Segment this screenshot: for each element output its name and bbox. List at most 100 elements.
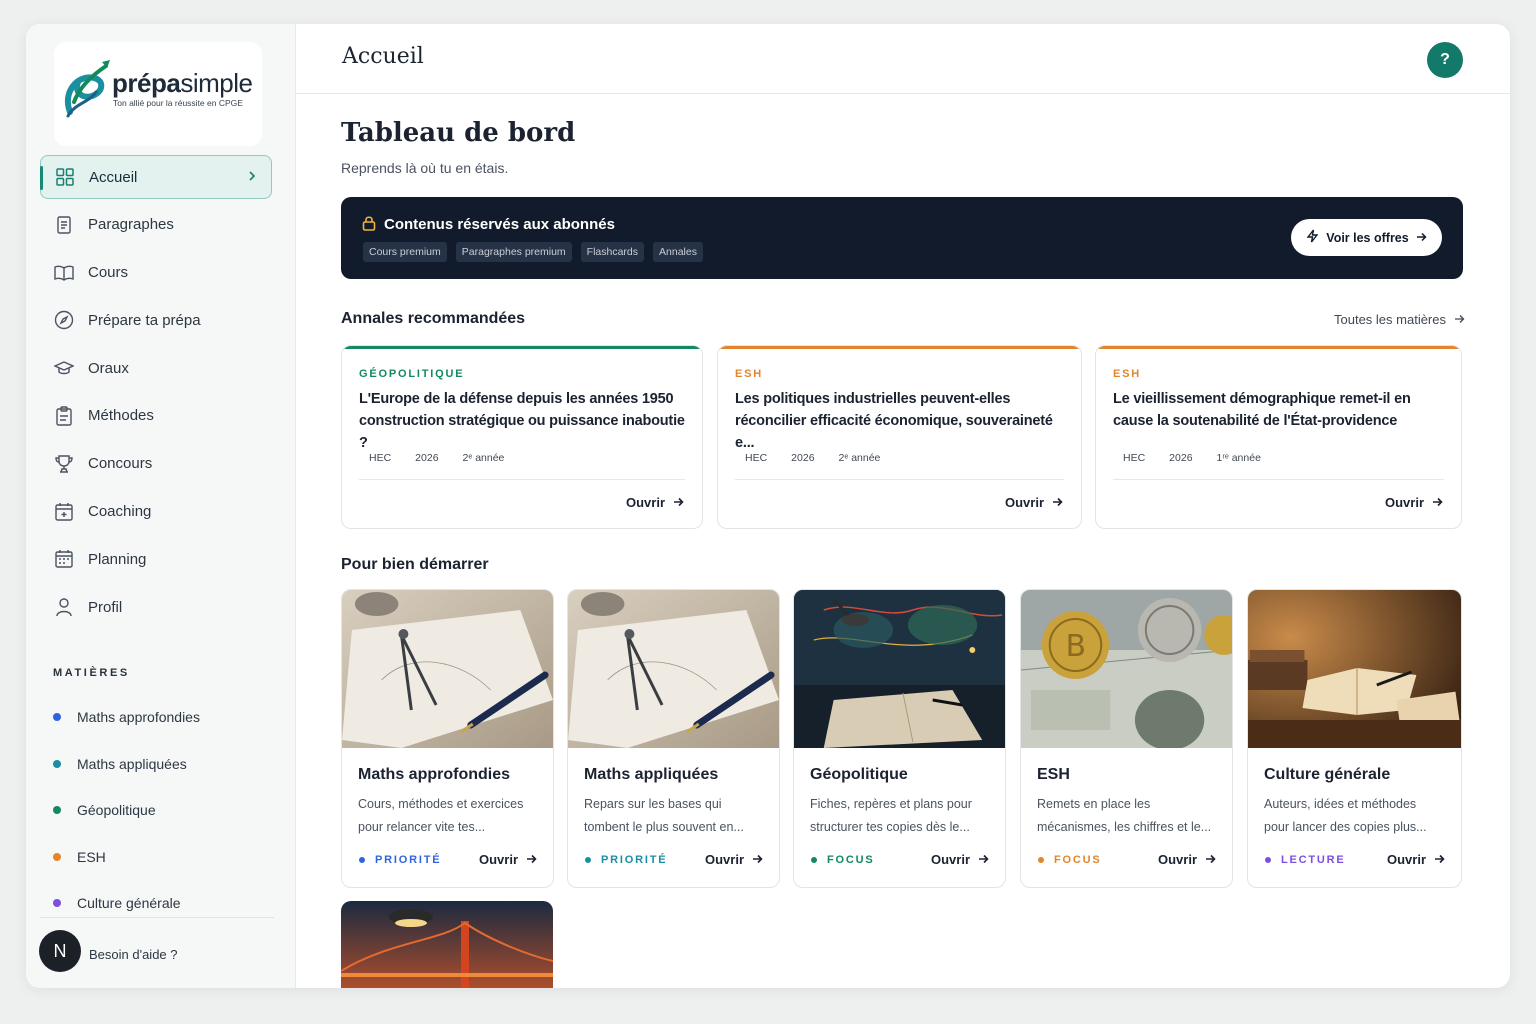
open-label: Ouvrir — [478, 852, 518, 867]
sidebar-item-paragraphes[interactable]: Paragraphes — [40, 203, 272, 247]
arrow-right-icon — [1205, 852, 1216, 867]
subject-card-partial[interactable] — [341, 901, 553, 988]
brand-logo[interactable]: prépasimple Ton allié pour la réussite e… — [54, 42, 262, 146]
premium-chip: Paragraphes premium — [455, 242, 572, 262]
subject-label: Culture générale — [77, 895, 181, 912]
annale-meta: HEC 2026 1ʳᵉ année — [1123, 452, 1261, 464]
card-badge: FOCUS — [811, 854, 875, 866]
subject-maths-appliquees[interactable]: Maths appliquées — [53, 741, 273, 788]
coins-banknote-image: B — [1021, 590, 1232, 748]
page-title: Tableau de bord — [341, 118, 576, 148]
open-label: Ouvrir — [704, 852, 744, 867]
subject-dot — [53, 713, 61, 722]
card-divider — [1113, 479, 1444, 480]
sidebar-item-profil[interactable]: Profil — [40, 585, 272, 629]
sidebar-item-label: Oraux — [88, 359, 129, 377]
arrow-right-icon — [978, 852, 989, 867]
book-open-icon — [54, 263, 74, 283]
card-badge: LECTURE — [1265, 854, 1346, 866]
main-content: Accueil ? Tableau de bord Reprends là où… — [296, 24, 1510, 988]
start-heading: Pour bien démarrer — [341, 556, 489, 573]
user-icon — [54, 597, 74, 617]
top-bar: Accueil ? — [296, 24, 1510, 94]
card-title: Culture générale — [1264, 766, 1391, 783]
subject-card[interactable]: Géopolitique Fiches, repères et plans po… — [793, 589, 1006, 888]
help-link[interactable]: Besoin d'aide ? — [89, 947, 178, 962]
page-header-title: Accueil — [342, 44, 424, 69]
subject-card[interactable]: Maths appliquées Repars sur les bases qu… — [567, 589, 780, 888]
main-nav: Accueil Paragraphes Cours Prépare ta pré… — [40, 155, 272, 633]
subject-card[interactable]: B ESH Remets en place les mécanismes, le… — [1020, 589, 1233, 888]
open-button[interactable]: Ouvrir — [1005, 495, 1063, 510]
sidebar-item-prepare[interactable]: Prépare ta prépa — [40, 298, 272, 342]
subjects-list: Maths approfondies Maths appliquées Géop… — [53, 694, 273, 927]
subject-geopolitique[interactable]: Géopolitique — [53, 787, 273, 834]
open-button[interactable]: Ouvrir — [705, 852, 763, 867]
all-subjects-link[interactable]: Toutes les matières — [1334, 312, 1465, 327]
card-description: Fiches, repères et plans pour structurer… — [810, 797, 972, 834]
arrow-right-icon — [1416, 231, 1427, 245]
annale-school: HEC — [745, 452, 768, 464]
badge-label: FOCUS — [827, 854, 875, 866]
premium-chip: Cours premium — [363, 242, 447, 262]
open-button[interactable]: Ouvrir — [1387, 852, 1445, 867]
sidebar-item-coaching[interactable]: Coaching — [40, 490, 272, 534]
sidebar-item-accueil[interactable]: Accueil — [40, 155, 272, 199]
see-offers-button[interactable]: Voir les offres — [1291, 219, 1442, 256]
badge-dot — [359, 857, 365, 863]
subject-card[interactable]: Maths approfondies Cours, méthodes et ex… — [341, 589, 554, 888]
avatar[interactable]: N — [39, 930, 81, 972]
card-title: Maths appliquées — [584, 766, 719, 783]
annale-meta: HEC 2026 2ᵉ année — [745, 452, 880, 464]
badge-dot — [585, 857, 591, 863]
sidebar: prépasimple Ton allié pour la réussite e… — [26, 24, 296, 988]
badge-dot — [1265, 857, 1271, 863]
lock-icon — [362, 215, 376, 236]
badge-label: PRIORITÉ — [601, 854, 668, 866]
annale-subject-tag: ESH — [1113, 368, 1142, 380]
sidebar-item-cours[interactable]: Cours — [40, 251, 272, 295]
badge-label: LECTURE — [1281, 854, 1346, 866]
graduation-cap-icon — [54, 358, 74, 378]
sidebar-divider — [40, 917, 274, 918]
annales-heading: Annales recommandées — [341, 310, 526, 327]
sidebar-item-label: Concours — [88, 455, 153, 473]
annale-meta: HEC 2026 2ᵉ année — [369, 452, 504, 464]
help-button[interactable]: ? — [1427, 42, 1463, 78]
open-button[interactable]: Ouvrir — [626, 495, 684, 510]
subject-card[interactable]: Culture générale Auteurs, idées et métho… — [1247, 589, 1462, 888]
annale-title: L'Europe de la défense depuis les années… — [359, 391, 685, 451]
bolt-icon — [1306, 229, 1319, 246]
open-button[interactable]: Ouvrir — [1158, 852, 1216, 867]
subject-maths-approfondies[interactable]: Maths approfondies — [53, 694, 273, 741]
subject-esh[interactable]: ESH — [53, 834, 273, 881]
open-button[interactable]: Ouvrir — [1385, 495, 1443, 510]
annale-card[interactable]: GÉOPOLITIQUE L'Europe de la défense depu… — [341, 345, 703, 529]
open-button[interactable]: Ouvrir — [931, 852, 989, 867]
sidebar-item-oraux[interactable]: Oraux — [40, 346, 272, 390]
annale-subject-tag: ESH — [735, 368, 764, 380]
calendar-icon — [54, 549, 74, 569]
arrow-right-icon — [526, 852, 537, 867]
subject-dot — [53, 806, 61, 815]
badge-dot — [811, 857, 817, 863]
open-button[interactable]: Ouvrir — [479, 852, 537, 867]
subject-culture-generale[interactable]: Culture générale — [53, 880, 273, 927]
annale-school: HEC — [369, 452, 392, 464]
annale-card[interactable]: ESH Le vieillissement démographique reme… — [1095, 345, 1462, 529]
card-description: Auteurs, idées et méthodes pour lancer d… — [1264, 797, 1427, 834]
sidebar-item-concours[interactable]: Concours — [40, 442, 272, 486]
arrow-right-icon — [1454, 312, 1465, 327]
annale-title: Le vieillissement démographique remet-il… — [1113, 391, 1411, 429]
banner-title: Contenus réservés aux abonnés — [384, 216, 615, 233]
arrow-right-icon — [1434, 852, 1445, 867]
subject-dot — [53, 759, 61, 768]
sidebar-item-planning[interactable]: Planning — [40, 537, 272, 581]
open-label: Ouvrir — [1004, 495, 1044, 510]
arrow-right-icon — [1432, 495, 1443, 510]
sidebar-item-label: Cours — [88, 264, 129, 282]
card-description: Remets en place les mécanismes, les chif… — [1037, 797, 1212, 834]
annale-card[interactable]: ESH Les politiques industrielles peuvent… — [717, 345, 1082, 529]
sidebar-item-methodes[interactable]: Méthodes — [40, 394, 272, 438]
open-label: Ouvrir — [1157, 852, 1197, 867]
